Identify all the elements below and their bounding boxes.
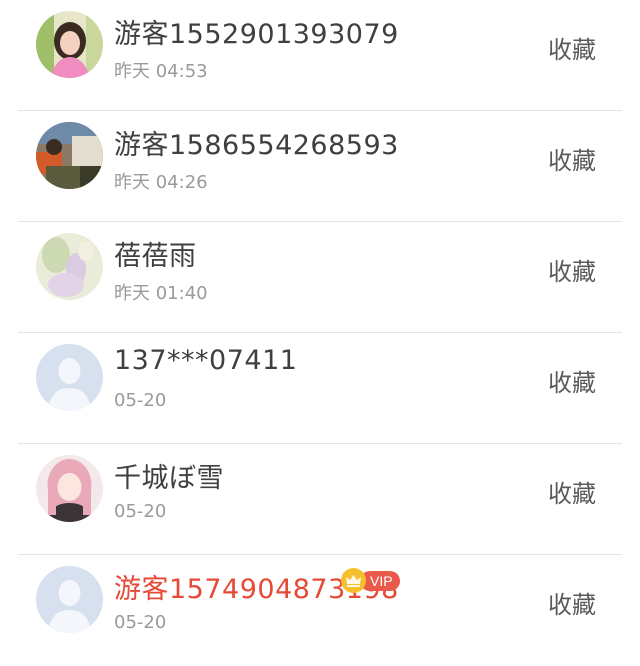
message-time: 05-20 <box>114 612 167 633</box>
contact-name: 游客1586554268593 <box>114 130 399 161</box>
contact-name: 蓓蓓雨 <box>114 241 197 272</box>
avatar[interactable] <box>36 455 103 522</box>
favorite-button[interactable]: 收藏 <box>548 30 596 65</box>
favorite-button[interactable]: 收藏 <box>548 141 596 176</box>
contact-name: 千城ぼ雪 <box>114 463 224 494</box>
avatar-photo-girl-icon <box>36 11 103 78</box>
contact-name: 137***07411 <box>114 345 298 376</box>
avatar-illustration-icon <box>36 233 103 300</box>
list-item[interactable]: 137***07411 05-20 收藏 <box>0 333 640 444</box>
favorite-button[interactable]: 收藏 <box>548 585 596 620</box>
message-time: 昨天 01:40 <box>114 283 208 304</box>
contact-name: 游客1552901393079 <box>114 19 399 50</box>
message-time: 昨天 04:53 <box>114 61 208 82</box>
default-avatar-icon <box>36 566 103 633</box>
message-time: 05-20 <box>114 501 167 522</box>
list-item[interactable]: 蓓蓓雨 昨天 01:40 收藏 <box>0 222 640 333</box>
list-item[interactable]: 游客1552901393079 昨天 04:53 收藏 <box>0 0 640 111</box>
avatar[interactable] <box>36 11 103 78</box>
avatar[interactable] <box>36 233 103 300</box>
message-time: 昨天 04:26 <box>114 172 208 193</box>
message-time: 05-20 <box>114 390 167 411</box>
favorite-button[interactable]: 收藏 <box>548 474 596 509</box>
list-item[interactable]: 游客1586554268593 昨天 04:26 收藏 <box>0 111 640 222</box>
crown-icon <box>341 568 366 593</box>
avatar[interactable] <box>36 344 103 411</box>
list-item[interactable]: 游客1574904873198 VIP 05-20 收藏 <box>0 555 640 666</box>
vip-badge: VIP <box>341 568 400 593</box>
favorite-button[interactable]: 收藏 <box>548 363 596 398</box>
default-avatar-icon <box>36 344 103 411</box>
avatar-photo-group-icon <box>36 122 103 189</box>
avatar[interactable] <box>36 566 103 633</box>
list-item[interactable]: 千城ぼ雪 05-20 收藏 <box>0 444 640 555</box>
avatar-anime-girl-icon <box>36 455 103 522</box>
favorite-button[interactable]: 收藏 <box>548 252 596 287</box>
avatar[interactable] <box>36 122 103 189</box>
